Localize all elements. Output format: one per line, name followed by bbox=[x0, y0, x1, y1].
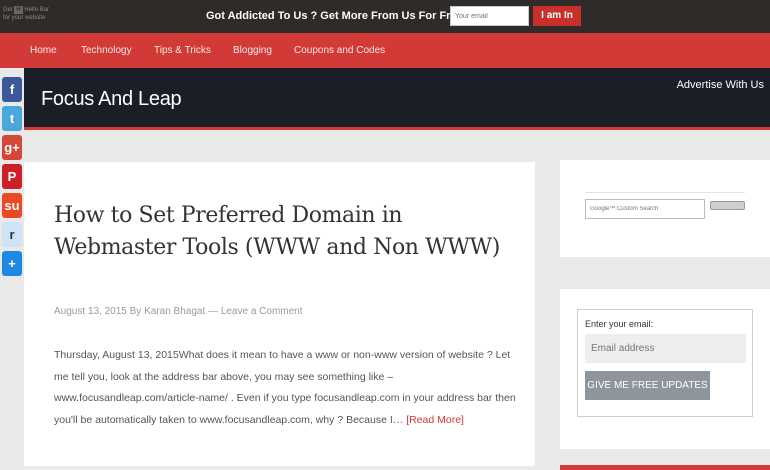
hellobar-brand-get: Get bbox=[3, 7, 13, 13]
hellobar-submit-button[interactable]: I am In bbox=[533, 6, 581, 26]
nav-item-technology[interactable]: Technology bbox=[81, 45, 132, 56]
nav-item-tips-tricks[interactable]: Tips & Tricks bbox=[154, 45, 211, 56]
subscribe-email-field[interactable] bbox=[585, 334, 746, 363]
article-card: How to Set Preferred Domain in Webmaster… bbox=[24, 162, 535, 470]
search-input[interactable] bbox=[585, 199, 705, 219]
nav-item-coupons[interactable]: Coupons and Codes bbox=[294, 45, 385, 56]
post-date: August 13, 2015 bbox=[54, 306, 127, 317]
subscribe-form: Enter your email: GIVE ME FREE UPDATES bbox=[577, 309, 753, 417]
nav-item-home[interactable]: Home bbox=[30, 45, 57, 56]
next-widget-edge bbox=[560, 465, 770, 470]
hellobar-brand-tagline: for your website bbox=[3, 15, 46, 21]
search-widget bbox=[560, 160, 770, 257]
stumbleupon-icon[interactable]: su bbox=[2, 193, 22, 218]
post-title[interactable]: How to Set Preferred Domain in Webmaster… bbox=[54, 200, 524, 264]
post-excerpt: Thursday, August 13, 2015What does it me… bbox=[54, 345, 519, 431]
hellobar-brand[interactable]: Get H Hello Bar for your website bbox=[3, 6, 73, 22]
subscribe-label: Enter your email: bbox=[585, 319, 654, 329]
post-meta: August 13, 2015 By Karan Bhagat — Leave … bbox=[54, 306, 303, 317]
site-header: Focus And Leap Advertise With Us bbox=[24, 68, 770, 130]
read-more-link[interactable]: [Read More] bbox=[406, 414, 464, 426]
hellobar-email-input[interactable] bbox=[450, 6, 529, 26]
twitter-icon[interactable]: t bbox=[2, 106, 22, 131]
widget-divider bbox=[585, 192, 745, 193]
nav-item-blogging[interactable]: Blogging bbox=[233, 45, 272, 56]
subscribe-widget: Enter your email: GIVE ME FREE UPDATES bbox=[560, 289, 770, 449]
advertise-link[interactable]: Advertise With Us bbox=[677, 79, 764, 91]
next-post-edge bbox=[24, 466, 535, 470]
main-nav: Home Technology Tips & Tricks Blogging C… bbox=[0, 33, 770, 68]
google-plus-icon[interactable]: g+ bbox=[2, 135, 22, 160]
hellobar-message: Got Addicted To Us ? Get More From Us Fo… bbox=[206, 10, 463, 22]
post-author-link[interactable]: Karan Bhagat bbox=[144, 306, 205, 317]
post-meta-separator: — bbox=[208, 306, 219, 317]
site-title[interactable]: Focus And Leap bbox=[41, 88, 182, 111]
search-button[interactable] bbox=[710, 201, 745, 210]
pinterest-icon[interactable]: P bbox=[2, 164, 22, 189]
facebook-icon[interactable]: f bbox=[2, 77, 22, 102]
subscribe-button[interactable]: GIVE ME FREE UPDATES bbox=[585, 371, 710, 400]
social-share-bar: f t g+ P su r + bbox=[0, 77, 24, 280]
share-plus-icon[interactable]: + bbox=[2, 251, 22, 276]
hellobar-logo-icon: H bbox=[14, 6, 23, 14]
hello-bar: Get H Hello Bar for your website Got Add… bbox=[0, 0, 770, 33]
reddit-icon[interactable]: r bbox=[2, 222, 22, 247]
leave-comment-link[interactable]: Leave a Comment bbox=[221, 306, 303, 317]
post-by: By bbox=[129, 306, 142, 317]
hellobar-brand-name: Hello Bar bbox=[24, 7, 50, 13]
